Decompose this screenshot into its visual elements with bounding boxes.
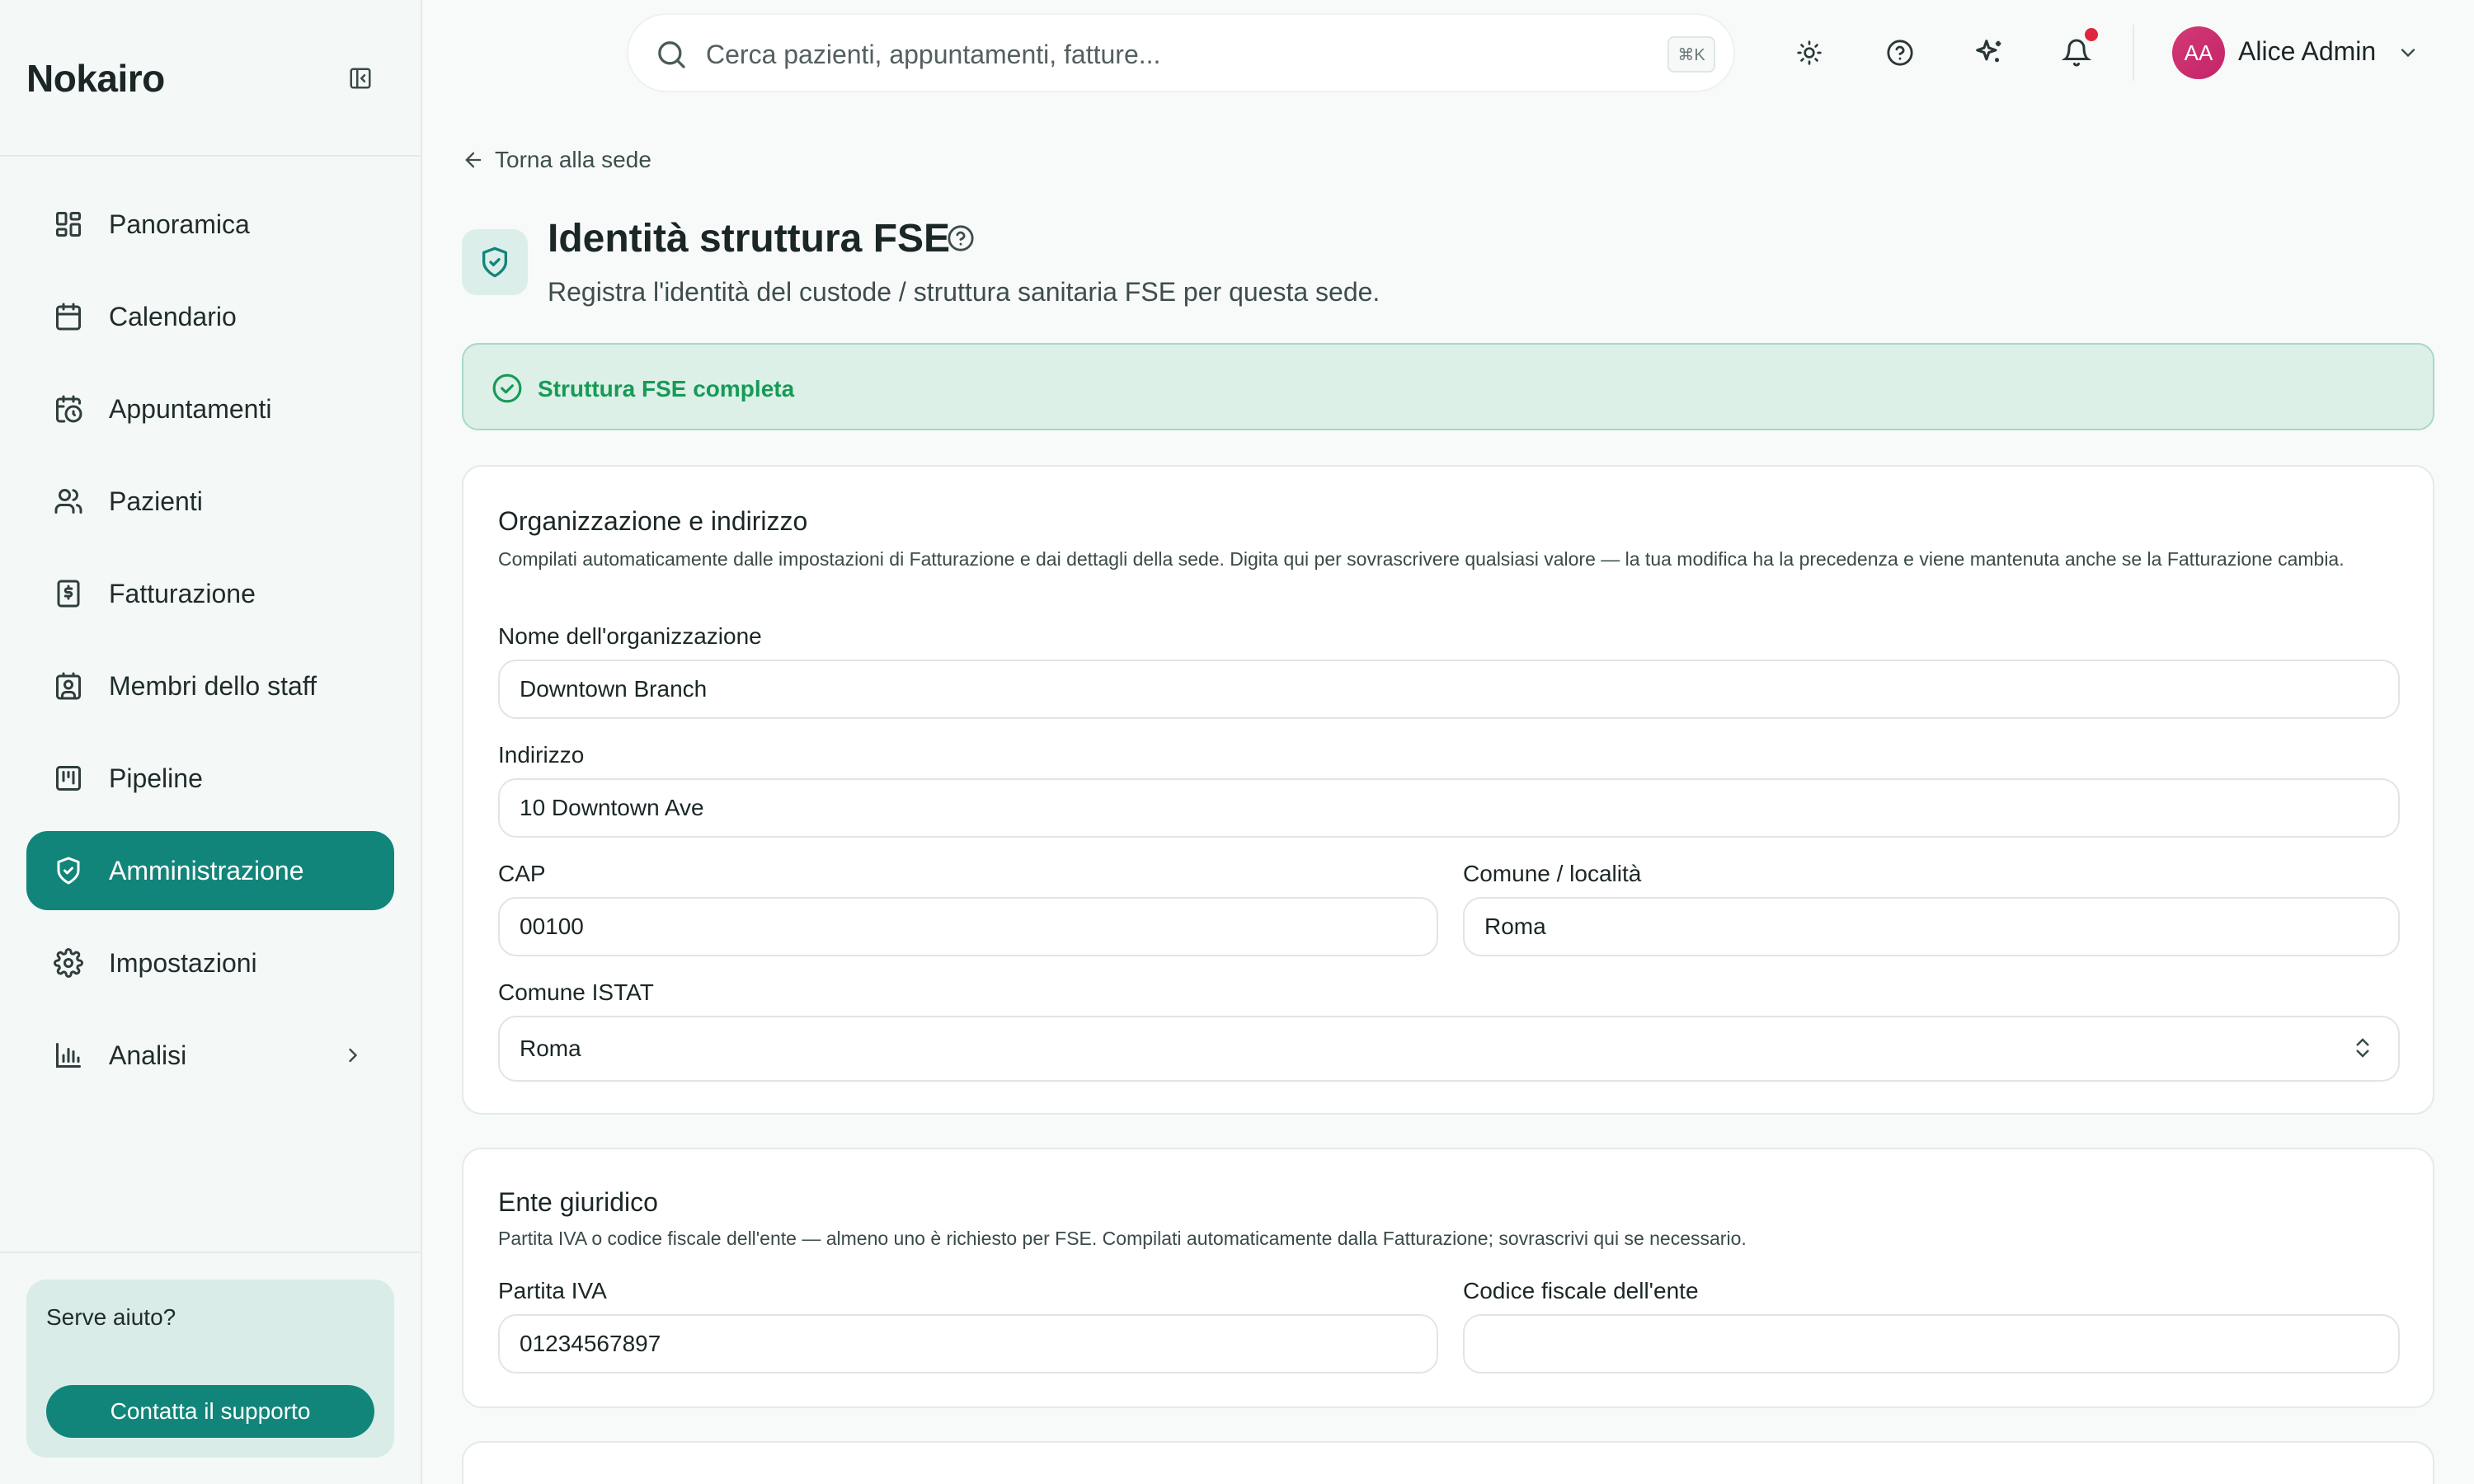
sidebar-item-label: Appuntamenti: [109, 393, 272, 424]
sidebar-item-label: Membri dello staff: [109, 670, 317, 701]
sidebar-item-label: Pazienti: [109, 486, 203, 516]
help-circle-icon[interactable]: [1884, 36, 1917, 69]
sun-icon[interactable]: [1793, 36, 1826, 69]
chevrons-up-down-icon: [2350, 1036, 2377, 1062]
field-label: Comune ISTAT: [498, 979, 654, 1005]
search-icon: [655, 38, 688, 71]
avatar[interactable]: AA: [2172, 26, 2225, 79]
field-label: Nome dell'organizzazione: [498, 623, 762, 649]
sidebar-item-impostazioni[interactable]: Impostazioni: [26, 923, 394, 1003]
chevron-down-icon[interactable]: [2396, 41, 2420, 64]
sidebar-item-label: Fatturazione: [109, 578, 256, 608]
status-text: Struttura FSE completa: [538, 376, 795, 402]
sidebar-item-label: Impostazioni: [109, 947, 257, 978]
users-icon: [53, 486, 84, 517]
brand-row: Nokairo: [0, 0, 421, 157]
dashboard-icon: [53, 209, 84, 240]
gear-icon: [53, 947, 84, 979]
field-label: Partita IVA: [498, 1278, 607, 1303]
notification-dot: [2085, 28, 2098, 41]
sidebar-item-panoramica[interactable]: Panoramica: [26, 185, 394, 264]
search-input[interactable]: [706, 35, 1564, 74]
sidebar-item-label: Panoramica: [109, 209, 250, 239]
user-name[interactable]: Alice Admin: [2238, 36, 2376, 67]
sidebar-item-analisi[interactable]: Analisi: [26, 1016, 394, 1095]
sidebar-item-amministrazione[interactable]: Amministrazione: [26, 831, 394, 910]
card-description: Partita IVA o codice fiscale dell'ente —…: [498, 1228, 1747, 1249]
back-link-label: Torna alla sede: [495, 147, 651, 172]
sidebar-item-appuntamenti[interactable]: Appuntamenti: [26, 369, 394, 448]
divider: [2133, 25, 2134, 81]
legal-entity-card: Ente giuridico Partita IVA o codice fisc…: [462, 1148, 2434, 1408]
card-title: Ente giuridico: [498, 1187, 658, 1217]
sidebar-item-pipeline[interactable]: Pipeline: [26, 739, 394, 818]
sidebar-item-label: Calendario: [109, 301, 237, 331]
city-input[interactable]: [1463, 897, 2400, 956]
divider: [0, 1252, 421, 1253]
shield-icon: [53, 855, 84, 886]
fiscal-code-input[interactable]: [1463, 1314, 2400, 1374]
page-title: Identità struttura FSE: [548, 217, 951, 261]
sidebar-item-label: Pipeline: [109, 763, 203, 793]
card-description: Compilati automaticamente dalle impostaz…: [498, 548, 2345, 570]
back-link[interactable]: Torna alla sede: [462, 147, 651, 173]
sidebar: Nokairo Panoramica Calendario Appuntamen…: [0, 0, 422, 1484]
app-logo: Nokairo: [26, 57, 165, 100]
sidebar-item-calendario[interactable]: Calendario: [26, 277, 394, 356]
help-circle-icon[interactable]: [947, 224, 975, 252]
status-banner: Struttura FSE completa: [462, 343, 2434, 430]
istat-select[interactable]: Roma: [498, 1016, 2400, 1082]
sidebar-nav: Panoramica Calendario Appuntamenti Pazie…: [26, 185, 394, 1108]
arrow-left-icon: [462, 148, 485, 171]
sidebar-item-fatturazione[interactable]: Fatturazione: [26, 554, 394, 633]
next-card: [462, 1441, 2434, 1484]
sidebar-item-label: Analisi: [109, 1040, 187, 1070]
kanban-icon: [53, 763, 84, 794]
keyboard-shortcut-badge: ⌘K: [1667, 36, 1715, 73]
sidebar-item-membri-staff[interactable]: Membri dello staff: [26, 646, 394, 726]
sidebar-item-pazienti[interactable]: Pazienti: [26, 462, 394, 541]
select-value: Roma: [520, 1036, 581, 1061]
calendar-icon: [53, 301, 84, 332]
help-title: Serve aiuto?: [46, 1304, 176, 1330]
help-card: Serve aiuto? Contatta il supporto: [26, 1280, 394, 1458]
field-label: Comune / località: [1463, 861, 1642, 886]
receipt-icon: [53, 578, 84, 609]
calendar-clock-icon: [53, 393, 84, 425]
bar-chart-icon: [53, 1040, 84, 1071]
field-label: Indirizzo: [498, 742, 585, 768]
page-subtitle: Registra l'identità del custode / strutt…: [548, 277, 1380, 307]
sidebar-item-label: Amministrazione: [109, 855, 304, 885]
field-label: Codice fiscale dell'ente: [1463, 1278, 1699, 1303]
check-circle-icon: [492, 373, 523, 404]
vat-input[interactable]: [498, 1314, 1438, 1374]
bell-icon[interactable]: [2060, 36, 2093, 69]
search-bar: ⌘K: [627, 13, 1735, 92]
id-badge-icon: [53, 670, 84, 702]
organization-card: Organizzazione e indirizzo Compilati aut…: [462, 465, 2434, 1115]
cap-input[interactable]: [498, 897, 1438, 956]
contact-support-button[interactable]: Contatta il supporto: [46, 1385, 374, 1438]
shield-icon: [462, 229, 528, 295]
card-title: Organizzazione e indirizzo: [498, 506, 808, 536]
address-input[interactable]: [498, 778, 2400, 838]
organization-name-input[interactable]: [498, 660, 2400, 719]
sidebar-collapse-icon[interactable]: [346, 64, 374, 92]
chevron-right-icon: [341, 1044, 365, 1067]
field-label: CAP: [498, 861, 546, 886]
sparkles-icon[interactable]: [1973, 36, 2006, 69]
